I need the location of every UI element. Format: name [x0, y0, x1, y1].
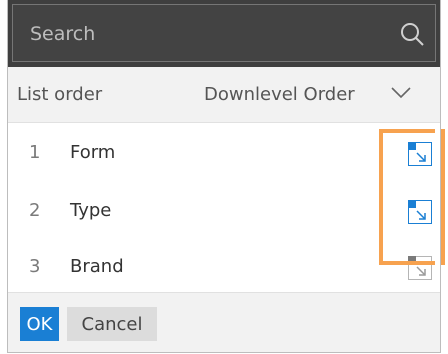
- item-index: 3: [29, 256, 41, 277]
- dialog-footer: OK Cancel: [8, 292, 440, 352]
- item-label: Form: [70, 142, 116, 163]
- downlevel-order-icon[interactable]: [408, 256, 432, 280]
- search-placeholder: Search: [30, 23, 96, 45]
- item-index: 2: [29, 200, 41, 221]
- downlevel-order-icon[interactable]: [408, 200, 432, 224]
- list-item[interactable]: 1 Form: [8, 123, 440, 183]
- search-icon[interactable]: [399, 21, 425, 47]
- list-order-label: List order: [17, 84, 103, 105]
- downlevel-order-dropdown-label[interactable]: Downlevel Order: [204, 84, 355, 105]
- list-header: List order Downlevel Order: [8, 67, 440, 123]
- item-index: 1: [29, 142, 41, 163]
- cancel-button[interactable]: Cancel: [67, 307, 157, 341]
- list-item[interactable]: 3 Brand: [8, 237, 440, 297]
- highlight-callout-edge: [441, 129, 445, 265]
- downlevel-order-icon[interactable]: [408, 142, 432, 166]
- search-bar: Search: [8, 0, 440, 67]
- field-order-panel: Search List order Downlevel Order 1 Form…: [7, 0, 441, 353]
- ok-button[interactable]: OK: [20, 307, 59, 341]
- chevron-down-icon[interactable]: [390, 86, 412, 100]
- search-input[interactable]: Search: [12, 4, 436, 62]
- item-label: Type: [70, 200, 112, 221]
- item-label: Brand: [70, 256, 124, 277]
- list-item[interactable]: 2 Type: [8, 181, 440, 241]
